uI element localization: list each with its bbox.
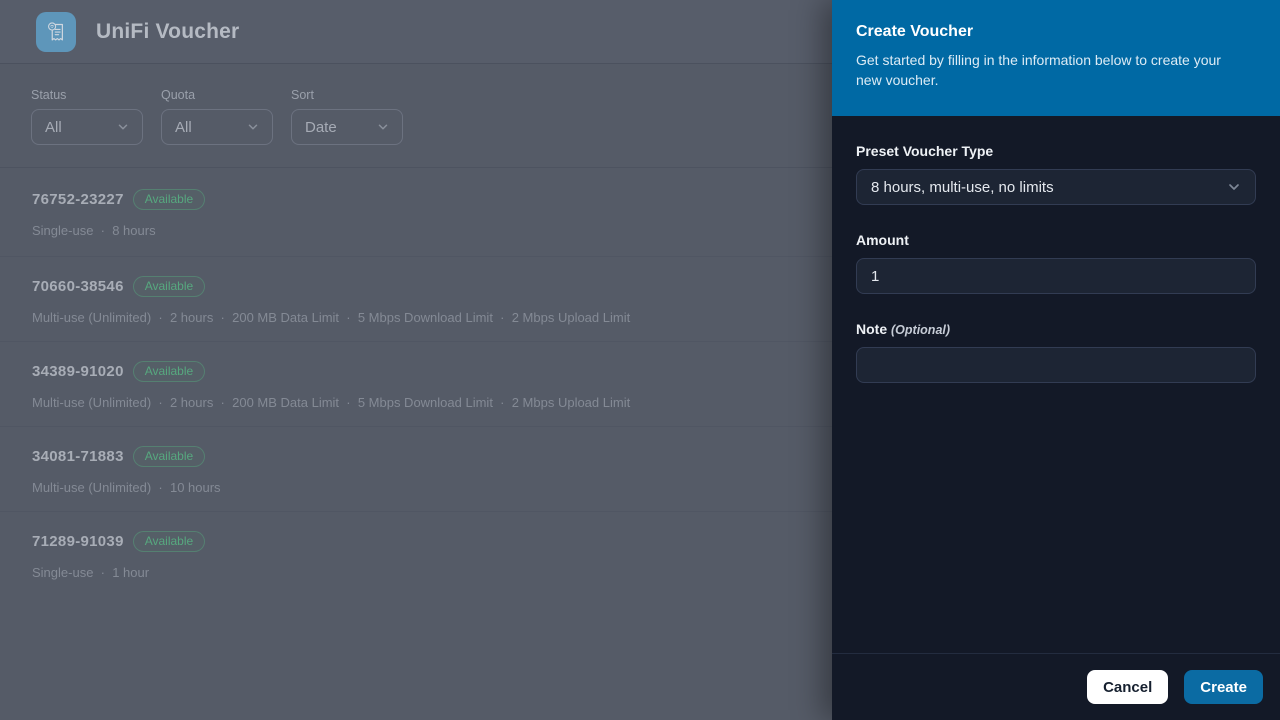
preset-type-select[interactable]: 8 hours, multi-use, no limits: [856, 169, 1256, 205]
amount-label: Amount: [856, 232, 1256, 248]
drawer-backdrop[interactable]: [0, 0, 832, 720]
chevron-down-icon: [1226, 179, 1242, 195]
amount-input[interactable]: [856, 258, 1256, 294]
preset-type-value: 8 hours, multi-use, no limits: [871, 179, 1054, 196]
drawer-header: Create Voucher Get started by filling in…: [832, 0, 1280, 116]
note-optional-hint: (Optional): [891, 323, 950, 337]
drawer-subtitle: Get started by filling in the informatio…: [856, 50, 1248, 90]
cancel-button[interactable]: Cancel: [1087, 670, 1168, 704]
note-input[interactable]: [856, 347, 1256, 383]
create-button[interactable]: Create: [1184, 670, 1263, 704]
note-label: Note (Optional): [856, 321, 1256, 337]
create-voucher-drawer: Create Voucher Get started by filling in…: [832, 0, 1280, 720]
drawer-body: Preset Voucher Type 8 hours, multi-use, …: [832, 116, 1280, 653]
drawer-title: Create Voucher: [856, 23, 1256, 41]
screen: UniFi Voucher Status All Quota All Sort: [0, 0, 1280, 720]
preset-type-label: Preset Voucher Type: [856, 143, 1256, 159]
drawer-footer: Cancel Create: [832, 653, 1280, 720]
